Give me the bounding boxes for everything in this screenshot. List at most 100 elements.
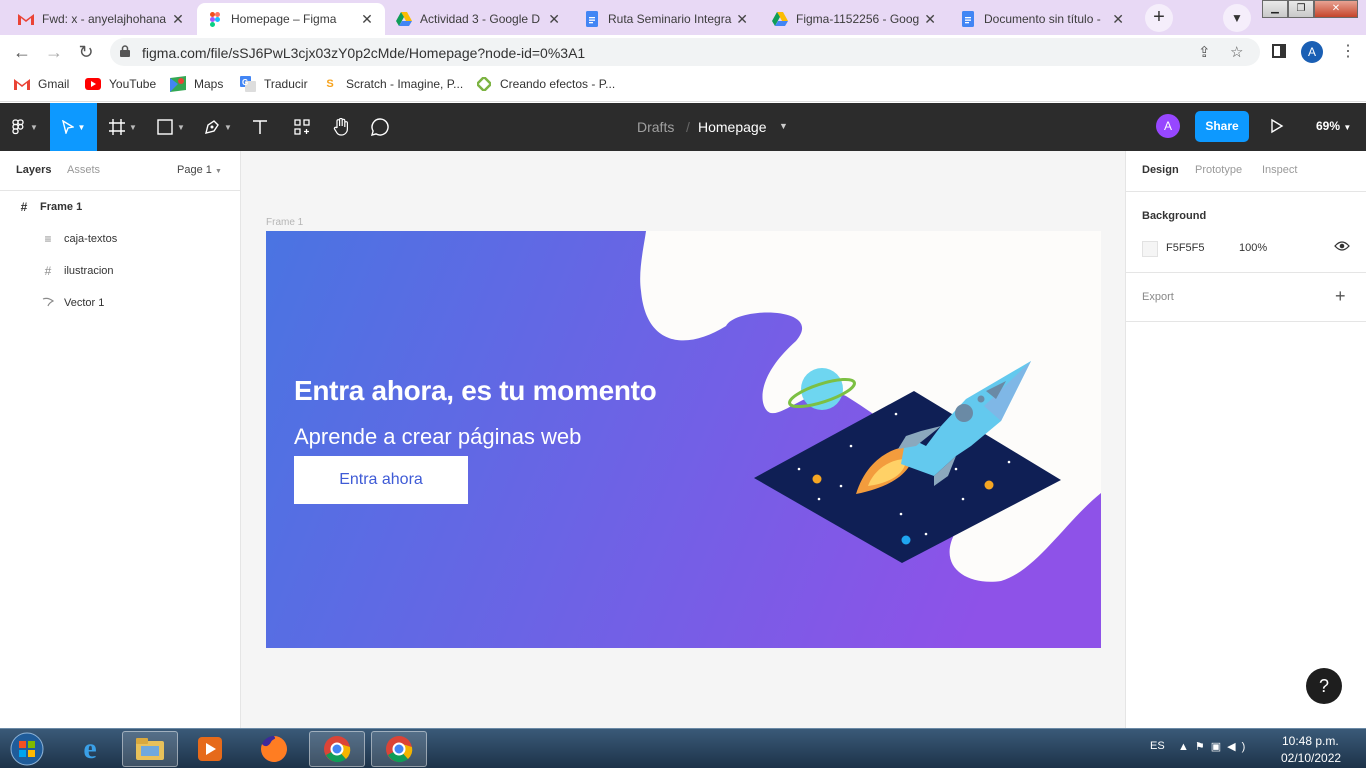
pen-tool-button[interactable]: ▼ bbox=[198, 103, 238, 151]
bookmark-youtube[interactable]: YouTube bbox=[85, 76, 156, 92]
breadcrumb-drafts[interactable]: Drafts bbox=[637, 119, 674, 135]
tab-inspect[interactable]: Inspect bbox=[1262, 164, 1297, 176]
file-explorer-icon[interactable] bbox=[122, 731, 178, 767]
hero-subtitle[interactable]: Aprende a crear páginas web bbox=[294, 424, 581, 450]
browser-tab[interactable]: Fwd: x - anyelajhohana ✕ bbox=[8, 3, 196, 35]
color-swatch[interactable] bbox=[1142, 241, 1158, 257]
media-player-icon[interactable] bbox=[182, 731, 238, 767]
close-tab-icon[interactable]: ✕ bbox=[546, 11, 562, 28]
add-export-icon[interactable]: + bbox=[1335, 286, 1346, 307]
browser-tab[interactable]: Documento sin título - ✕ bbox=[950, 3, 1136, 35]
move-tool-button[interactable]: ▼ bbox=[50, 103, 97, 151]
background-hex[interactable]: F5F5F5 bbox=[1166, 242, 1205, 254]
comment-icon bbox=[371, 118, 389, 136]
tray-arrow-icon[interactable]: ▲ bbox=[1178, 741, 1195, 753]
frame-tool-button[interactable]: ▼ bbox=[103, 103, 143, 151]
layer-row[interactable]: # ilustracion bbox=[0, 255, 240, 287]
url-text: figma.com/file/sSJ6PwL3cjx03zY0p2cMde/Ho… bbox=[142, 45, 586, 61]
more-menu-icon[interactable]: ⋮ bbox=[1340, 40, 1356, 64]
share-page-icon[interactable]: ⇪ bbox=[1198, 43, 1211, 61]
system-tray-icons[interactable]: ▲⚑▣◀) bbox=[1178, 740, 1251, 753]
file-name[interactable]: Homepage bbox=[698, 119, 767, 135]
frame-1[interactable]: Entra ahora, es tu momento Aprende a cre… bbox=[266, 231, 1101, 648]
profile-avatar[interactable]: A bbox=[1301, 41, 1323, 63]
tab-title: Figma-1152256 - Goog bbox=[796, 12, 920, 26]
browser-tab[interactable]: Ruta Seminario Integra ✕ bbox=[574, 3, 760, 35]
new-tab-button[interactable]: + bbox=[1145, 4, 1173, 32]
chrome-icon[interactable] bbox=[309, 731, 365, 767]
main-menu-button[interactable]: ▼ bbox=[6, 103, 44, 151]
clock-time[interactable]: 10:48 p.m. bbox=[1282, 734, 1339, 748]
tab-search-icon[interactable]: ▼ bbox=[1223, 4, 1251, 32]
tab-layers[interactable]: Layers bbox=[16, 164, 51, 176]
firefox-icon[interactable] bbox=[246, 731, 302, 767]
start-button[interactable] bbox=[2, 731, 52, 767]
close-tab-icon[interactable]: ✕ bbox=[170, 11, 186, 28]
bookmark-star-icon[interactable]: ☆ bbox=[1230, 43, 1243, 61]
hand-tool-button[interactable] bbox=[327, 103, 355, 151]
flag-icon[interactable]: ⚑ bbox=[1195, 741, 1211, 753]
close-tab-icon[interactable]: ✕ bbox=[734, 11, 750, 28]
close-tab-icon[interactable]: ✕ bbox=[1110, 11, 1126, 28]
zoom-level[interactable]: 69% ▼ bbox=[1316, 119, 1351, 133]
present-play-icon[interactable] bbox=[1270, 118, 1284, 137]
eye-icon[interactable] bbox=[1334, 240, 1350, 255]
text-icon bbox=[253, 120, 267, 134]
comment-tool-button[interactable] bbox=[366, 103, 394, 151]
windows-taskbar: e ES ▲⚑▣◀) 10:48 p.m. 02/10/2022 bbox=[0, 728, 1366, 768]
browser-tab-strip: Fwd: x - anyelajhohana ✕ Homepage – Figm… bbox=[0, 0, 1366, 35]
layer-row[interactable]: ≡ caja-textos bbox=[0, 223, 240, 255]
tab-prototype[interactable]: Prototype bbox=[1195, 164, 1242, 176]
bookmark-scratch[interactable]: S Scratch - Imagine, P... bbox=[322, 76, 463, 92]
back-icon[interactable]: ← bbox=[10, 41, 34, 65]
tab-assets[interactable]: Assets bbox=[67, 164, 100, 176]
forward-icon[interactable]: → bbox=[42, 41, 66, 65]
text-tool-button[interactable] bbox=[246, 103, 274, 151]
tab-design[interactable]: Design bbox=[1142, 164, 1179, 176]
chevron-down-icon: ▼ bbox=[129, 122, 137, 132]
design-canvas[interactable]: Frame 1 Entra ahora, es tu momento Apren… bbox=[241, 151, 1125, 728]
clock-date[interactable]: 02/10/2022 bbox=[1281, 751, 1341, 765]
chevron-down-icon: ▼ bbox=[77, 122, 86, 132]
page-selector[interactable]: Page 1 ▼ bbox=[177, 164, 222, 176]
language-indicator[interactable]: ES bbox=[1150, 740, 1165, 752]
gmail-icon bbox=[18, 11, 34, 27]
orange-star bbox=[812, 474, 822, 484]
close-tab-icon[interactable]: ✕ bbox=[922, 11, 938, 28]
user-avatar[interactable]: A bbox=[1156, 114, 1180, 138]
youtube-icon bbox=[85, 76, 101, 92]
minimize-icon[interactable]: ▁ bbox=[1262, 0, 1288, 18]
blue-star bbox=[901, 535, 911, 545]
address-bar[interactable]: figma.com/file/sSJ6PwL3cjx03zY0p2cMde/Ho… bbox=[110, 38, 1260, 66]
network-icon[interactable]: ▣ bbox=[1211, 741, 1227, 753]
hero-cta-button[interactable]: Entra ahora bbox=[294, 456, 468, 504]
hero-title[interactable]: Entra ahora, es tu momento bbox=[294, 375, 657, 407]
internet-explorer-icon[interactable]: e bbox=[62, 731, 118, 767]
side-panel-icon[interactable] bbox=[1272, 44, 1286, 58]
close-window-icon[interactable]: ✕ bbox=[1314, 0, 1358, 18]
share-button[interactable]: Share bbox=[1195, 111, 1249, 142]
help-button[interactable]: ? bbox=[1306, 668, 1342, 704]
browser-tab[interactable]: Actividad 3 - Google D ✕ bbox=[386, 3, 572, 35]
export-heading: Export bbox=[1142, 291, 1174, 303]
chrome-icon[interactable] bbox=[371, 731, 427, 767]
layer-row[interactable]: Vector 1 bbox=[0, 287, 240, 319]
resources-button[interactable] bbox=[288, 103, 316, 151]
layer-row[interactable]: # Frame 1 bbox=[0, 191, 240, 223]
bookmark-gmail[interactable]: Gmail bbox=[14, 76, 69, 92]
frame-label[interactable]: Frame 1 bbox=[266, 217, 303, 228]
shape-tool-button[interactable]: ▼ bbox=[151, 103, 191, 151]
layers-panel: Layers Assets Page 1 ▼ # Frame 1 ≡ caja-… bbox=[0, 151, 241, 728]
bookmark-traducir[interactable]: G Traducir bbox=[240, 76, 308, 92]
bookmark-creando-efectos[interactable]: Creando efectos - P... bbox=[476, 76, 615, 92]
close-tab-icon[interactable]: ✕ bbox=[359, 11, 375, 28]
browser-tab-active[interactable]: Homepage – Figma ✕ bbox=[197, 3, 385, 35]
chevron-down-icon[interactable]: ▼ bbox=[779, 121, 788, 131]
background-opacity[interactable]: 100% bbox=[1239, 242, 1267, 254]
reload-icon[interactable]: ↻ bbox=[74, 41, 98, 65]
volume-icon[interactable]: ◀) bbox=[1227, 741, 1251, 753]
frame-icon: # bbox=[20, 200, 28, 214]
restore-icon[interactable]: ❐ bbox=[1288, 0, 1314, 18]
browser-tab[interactable]: Figma-1152256 - Goog ✕ bbox=[762, 3, 948, 35]
bookmark-maps[interactable]: Maps bbox=[170, 76, 223, 92]
